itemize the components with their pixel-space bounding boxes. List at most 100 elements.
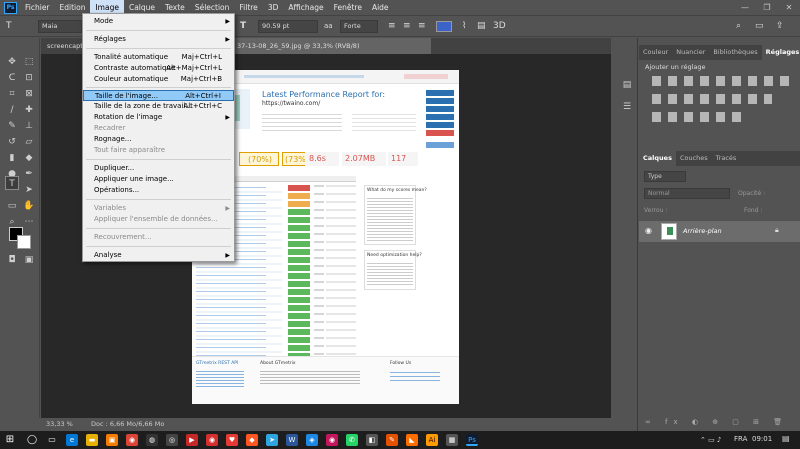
healing-tool-icon[interactable]: ✚ [22, 103, 36, 117]
3d-icon[interactable]: 3D [493, 20, 506, 33]
character-panel-icon[interactable]: ▤ [477, 20, 486, 33]
stamp-tool-icon[interactable]: ⊥ [22, 119, 36, 133]
menu-item-rotation[interactable]: Rotation de l'image ▶ [83, 112, 234, 123]
tab-bibliotheques[interactable]: Bibliothèques [709, 45, 761, 60]
menu-item-taille-image[interactable]: Taille de l'image... Alt+Ctrl+I [83, 90, 234, 101]
menu-item-analyse[interactable]: Analyse ▶ [83, 250, 234, 261]
zoom-level[interactable]: 33,33 % [46, 418, 73, 431]
menu-item-dupliquer[interactable]: Dupliquer... [83, 163, 234, 174]
pen-tool-icon[interactable]: ✒ [22, 167, 36, 181]
menu-item-appliquer-image[interactable]: Appliquer une image... [83, 174, 234, 185]
button-2[interactable] [426, 98, 454, 104]
app-icon-6[interactable]: ◈ [306, 434, 318, 446]
frame-tool-icon[interactable]: ⊠ [22, 87, 36, 101]
close-icon[interactable]: ✕ [778, 0, 800, 15]
tab-reglages[interactable]: Réglages [761, 45, 800, 60]
store-icon[interactable]: ▣ [106, 434, 118, 446]
menu-item-couleur-auto[interactable]: Couleur automatique Maj+Ctrl+B [83, 74, 234, 85]
quick-select-tool-icon[interactable]: ⊡ [22, 71, 36, 85]
menu-item-taille-zone-travail[interactable]: Taille de la zone de travail... Alt+Ctrl+… [83, 101, 234, 112]
layer-footer-icons[interactable]: ∞ fx ◐ ⊕ ▢ ⊞ 🗑︎ [645, 418, 795, 428]
telegram-icon[interactable]: ➤ [266, 434, 278, 446]
chrome-icon[interactable]: ◉ [126, 434, 138, 446]
minimize-icon[interactable]: — [734, 0, 756, 15]
menu-item-mode[interactable]: Mode ▶ [83, 16, 234, 27]
windows-start-icon[interactable]: ⊞ [4, 434, 16, 446]
history-brush-tool-icon[interactable]: ↺ [5, 135, 19, 149]
app-icon-8[interactable]: ◧ [366, 434, 378, 446]
search-icon[interactable]: ◯ [26, 434, 38, 446]
eraser-tool-icon[interactable]: ▱ [22, 135, 36, 149]
eyedropper-tool-icon[interactable]: ∕ [5, 103, 19, 117]
menu-filtre[interactable]: Filtre [234, 0, 262, 15]
clock[interactable]: 09:01 [752, 435, 772, 443]
type-tool-icon[interactable]: T [5, 176, 19, 190]
task-view-icon[interactable]: ▭ [46, 434, 58, 446]
properties-panel-icon[interactable]: ☰ [620, 100, 634, 114]
blend-mode-select[interactable]: Normal [644, 188, 730, 199]
layer-name[interactable]: Arrière-plan [683, 227, 722, 235]
tray-icons[interactable]: ⌃ ▭ ♪ [700, 436, 721, 444]
app-icon-4[interactable]: ◉ [206, 434, 218, 446]
button-1[interactable] [426, 90, 454, 96]
hand-tool-icon[interactable]: ✋ [22, 199, 36, 213]
more-tools-icon[interactable]: ⋯ [22, 215, 36, 229]
app-icon-2[interactable]: ◎ [166, 434, 178, 446]
menu-3d[interactable]: 3D [263, 0, 284, 15]
menu-item-contraste-auto[interactable]: Contraste automatique Alt+Maj+Ctrl+L [83, 63, 234, 74]
tab-active-document[interactable]: 37-13-08_26_59.jpg @ 33,3% (RVB/8) [231, 38, 431, 54]
menu-item-operations[interactable]: Opérations... [83, 185, 234, 196]
history-panel-icon[interactable]: ▤ [620, 78, 634, 92]
background-color-swatch[interactable] [17, 235, 31, 249]
align-left-icon[interactable]: ≡ [388, 20, 396, 33]
layer-filter-select[interactable]: Type [644, 171, 686, 182]
app-icon-7[interactable]: ◉ [326, 434, 338, 446]
align-right-icon[interactable]: ≡ [418, 20, 426, 33]
photoshop-taskbar-icon[interactable]: Ps [466, 434, 478, 446]
tab-traces[interactable]: Tracés [712, 151, 741, 166]
explorer-icon[interactable]: ▬ [86, 434, 98, 446]
quick-mask-icon[interactable]: ◘ [5, 253, 19, 267]
menu-fichier[interactable]: Fichier [20, 0, 55, 15]
warp-text-icon[interactable]: ⌇ [462, 20, 466, 33]
restore-icon[interactable]: ❐ [756, 0, 778, 15]
button-3[interactable] [426, 106, 454, 112]
tab-nuancier[interactable]: Nuancier [672, 45, 709, 60]
tab-couleur[interactable]: Couleur [639, 45, 672, 60]
workspace-icon[interactable]: ▭ [755, 20, 764, 33]
antialias-select[interactable]: Forte [340, 20, 378, 33]
move-tool-icon[interactable]: ✥ [5, 55, 19, 69]
app-icon-9[interactable]: ✎ [386, 434, 398, 446]
text-tool-icon[interactable]: T [6, 20, 12, 33]
tab-couches[interactable]: Couches [676, 151, 712, 166]
crop-tool-icon[interactable]: ⌗ [5, 87, 19, 101]
layer-row[interactable]: ◉ Arrière-plan 🔒︎ [639, 221, 800, 242]
tab-calques[interactable]: Calques [639, 151, 676, 166]
language-indicator[interactable]: FRA [734, 435, 747, 443]
illustrator-icon[interactable]: Ai [426, 434, 438, 446]
brave-icon[interactable]: ◆ [246, 434, 258, 446]
menu-item-tonalite-auto[interactable]: Tonalité automatique Maj+Ctrl+L [83, 52, 234, 63]
font-family-select[interactable]: Maia [38, 20, 82, 33]
whatsapp-icon[interactable]: ✆ [346, 434, 358, 446]
menu-aide[interactable]: Aide [367, 0, 394, 15]
text-color-swatch[interactable] [436, 21, 452, 32]
word-icon[interactable]: W [286, 434, 298, 446]
font-size-input[interactable]: 90.59 pt [258, 20, 318, 33]
button-6[interactable] [426, 130, 454, 136]
blur-tool-icon[interactable]: ◆ [22, 151, 36, 165]
menu-item-rognage[interactable]: Rognage... [83, 134, 234, 145]
search-icon[interactable]: ⌕ [736, 20, 741, 33]
align-center-icon[interactable]: ≡ [403, 20, 411, 33]
menu-item-reglages[interactable]: Réglages ▶ [83, 34, 234, 45]
screen-mode-icon[interactable]: ▣ [22, 253, 36, 267]
button-5[interactable] [426, 122, 454, 128]
button-4[interactable] [426, 114, 454, 120]
report-url[interactable]: https://twaino.com/ [262, 100, 320, 107]
shape-tool-icon[interactable]: ▭ [5, 199, 19, 213]
lasso-tool-icon[interactable]: ᑕ [5, 71, 19, 85]
adjustment-icons-grid[interactable] [652, 76, 792, 128]
edge-icon[interactable]: e [66, 434, 78, 446]
app-icon-10[interactable]: ◣ [406, 434, 418, 446]
app-icon-11[interactable]: ▦ [446, 434, 458, 446]
